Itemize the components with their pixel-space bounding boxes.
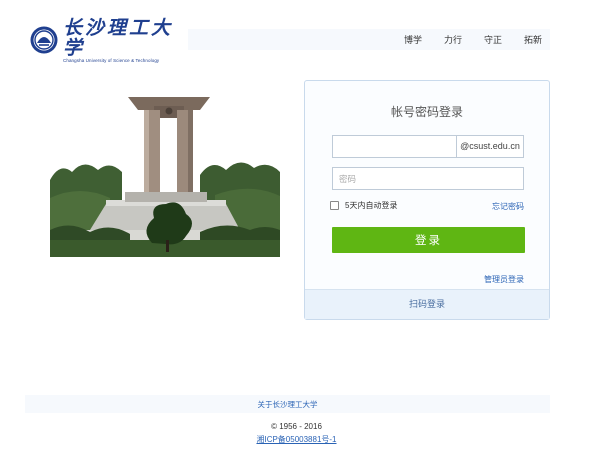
password-field (332, 167, 524, 190)
remember-me[interactable]: 5天内自动登录 (330, 200, 397, 211)
remember-me-label: 5天内自动登录 (345, 201, 398, 210)
username-field: @csust.edu.cn (332, 135, 524, 158)
nav-item-boxue[interactable]: 博学 (404, 33, 422, 46)
nav-item-shouzheng[interactable]: 守正 (484, 33, 502, 46)
password-input[interactable] (333, 168, 523, 189)
login-button[interactable]: 登录 (332, 227, 525, 253)
university-logo[interactable]: 长沙理工大学 Changsha University of Science & … (30, 18, 185, 63)
logo-english-name: Changsha University of Science & Technol… (63, 57, 160, 63)
email-domain-suffix: @csust.edu.cn (456, 136, 523, 157)
top-nav: 博学 力行 守正 拓新 (188, 29, 550, 50)
copyright-text: © 1956 - 2016 (271, 422, 322, 431)
nav-item-lixing[interactable]: 力行 (444, 33, 462, 46)
logo-text: 长沙理工大学 Changsha University of Science & … (63, 18, 185, 63)
icp-record-link[interactable]: 湘ICP备05003881号-1 (256, 435, 336, 444)
logo-chinese-name: 长沙理工大学 (63, 16, 174, 59)
icp-record: 湘ICP备05003881号-1 (0, 434, 593, 445)
qr-login-tab[interactable]: 扫码登录 (305, 289, 549, 319)
admin-login-link[interactable]: 管理员登录 (484, 274, 524, 285)
university-emblem-icon (30, 26, 58, 54)
nav-item-tuoxin[interactable]: 拓新 (524, 33, 542, 46)
footer-bar: 关于长沙理工大学 (25, 395, 550, 413)
login-title: 帐号密码登录 (390, 105, 463, 119)
campus-monument-photo (50, 80, 280, 257)
about-university-link[interactable]: 关于长沙理工大学 (258, 400, 318, 409)
username-input[interactable] (333, 136, 456, 157)
login-panel: 帐号密码登录 @csust.edu.cn 5天内自动登录 忘记密码 登录 管理员… (304, 80, 550, 320)
remember-me-checkbox[interactable] (330, 201, 339, 210)
forgot-password-link[interactable]: 忘记密码 (492, 201, 524, 212)
